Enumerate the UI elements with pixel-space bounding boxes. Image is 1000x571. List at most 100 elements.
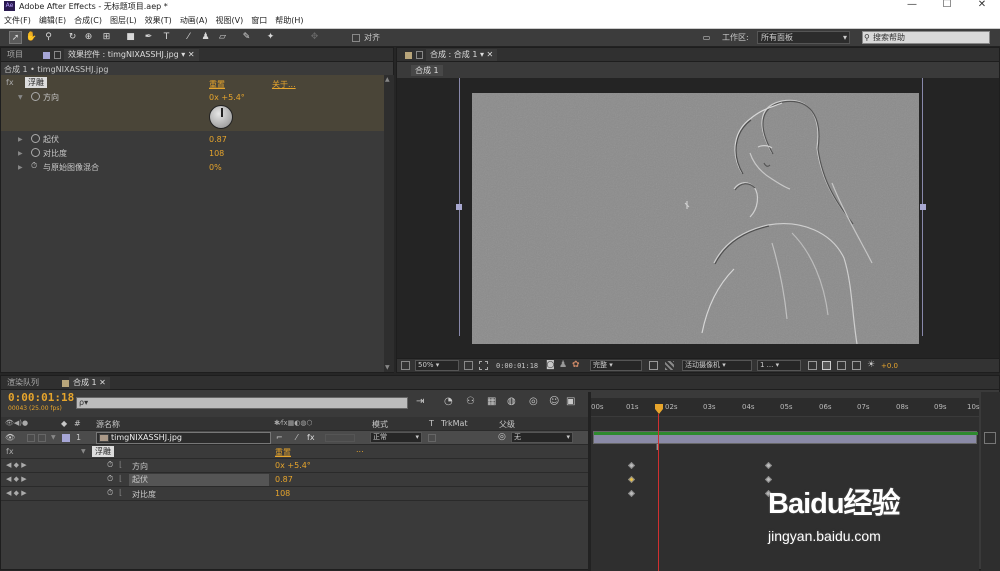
effect-controls-scrollbar[interactable]: ▲ ▼ <box>384 75 394 372</box>
workspace-select[interactable]: 所有面板 ▾ <box>757 31 850 44</box>
rotate-tool-icon[interactable]: ↻ <box>66 31 79 44</box>
expand-triangle-icon[interactable]: ▼ <box>81 448 86 455</box>
timeline-reset-link[interactable]: 重置 <box>275 447 291 458</box>
layer-name[interactable]: timgNIXASSHJ.jpg <box>96 432 271 444</box>
tab-timeline-comp[interactable]: 合成 1 ✕ <box>69 377 110 389</box>
property-row[interactable]: ◀ ◆ ▶ ⏱ ⌊ 起伏 0.87 <box>1 473 588 487</box>
transform-handle[interactable] <box>456 204 462 210</box>
parent-select[interactable]: 无 ▾ <box>511 432 573 443</box>
blend-mode-select[interactable]: 正常 ▾ <box>370 432 422 443</box>
property-value-direction[interactable]: 0x +5.4° <box>209 93 245 102</box>
pen-tool-icon[interactable]: ✒ <box>142 31 155 44</box>
comp-viewer[interactable] <box>397 78 999 358</box>
graph-icon[interactable]: ⌊ <box>119 488 122 497</box>
grid-icon[interactable] <box>464 361 473 370</box>
stopwatch-icon[interactable]: ⏱ <box>31 161 37 171</box>
about-link[interactable]: 关于... <box>272 79 296 90</box>
camera-snapshot-icon[interactable]: ◙ <box>546 360 555 370</box>
comp-current-time[interactable]: 0:00:01:18 <box>496 362 538 370</box>
expand-triangle-icon[interactable]: ▼ <box>51 434 56 441</box>
stopwatch-icon[interactable] <box>31 134 40 145</box>
property-value-contrast[interactable]: 108 <box>275 489 290 498</box>
tab-project[interactable]: 项目 <box>3 49 27 61</box>
rectangle-tool-icon[interactable]: ■ <box>124 31 137 44</box>
stopwatch-active-icon[interactable]: ⏱ <box>107 488 113 498</box>
transparency-grid-icon[interactable] <box>665 361 674 370</box>
menu-edit[interactable]: 编辑(E) <box>35 13 70 26</box>
expand-triangle-icon[interactable]: ▼ <box>18 94 23 101</box>
resolution-select[interactable]: 完整 ▾ <box>590 360 642 371</box>
menu-layer[interactable]: 图层(L) <box>106 13 141 26</box>
always-preview-icon[interactable] <box>401 361 410 370</box>
help-search-input[interactable]: ⚲ 搜索帮助 <box>862 31 990 44</box>
property-value-relief[interactable]: 0.87 <box>275 475 293 484</box>
comp-subtab[interactable]: 合成 1 <box>411 65 443 76</box>
minimize-button[interactable]: — <box>902 0 922 12</box>
menu-effect[interactable]: 效果(T) <box>141 13 176 26</box>
pan-behind-icon[interactable]: ⊞ <box>100 31 113 44</box>
render-toggle-icon[interactable]: ▣ <box>566 396 575 407</box>
quality-switch-icon[interactable]: ⁄ <box>296 433 297 442</box>
transform-handle[interactable] <box>920 204 926 210</box>
draft-3d-icon[interactable]: ◔ <box>444 396 453 407</box>
tab-composition[interactable]: 合成 : 合成 1 ▾ ✕ <box>426 49 498 61</box>
keyframe-navigator-icon[interactable]: ◀ ◆ ▶ <box>6 489 27 497</box>
scroll-down-icon[interactable]: ▼ <box>385 364 390 371</box>
visibility-eye-icon[interactable]: 👁 <box>5 433 15 442</box>
graph-editor-icon[interactable]: ◎ <box>529 396 538 407</box>
effect-options-link[interactable]: ... <box>356 445 364 454</box>
exposure-value[interactable]: +0.0 <box>881 362 898 370</box>
effect-name[interactable]: 浮雕 <box>25 77 47 88</box>
timeline-scrollbar[interactable] <box>981 392 1000 571</box>
graph-icon[interactable]: ⌊ <box>119 460 122 469</box>
menu-help[interactable]: 帮助(H) <box>271 13 307 26</box>
motion-blur-icon[interactable]: ◍ <box>507 396 516 407</box>
timeline-current-time[interactable]: 0:00:01:18 <box>8 391 74 404</box>
region-of-interest-icon[interactable] <box>479 361 488 370</box>
tab-render-queue[interactable]: 渲染队列 <box>3 377 43 389</box>
zoom-tool-icon[interactable]: ⚲ <box>42 31 55 44</box>
property-value-blend[interactable]: 0% <box>209 163 222 172</box>
time-ruler[interactable]: 00s 01s 02s 03s 04s 05s 06s 07s 08s 09s … <box>591 392 980 416</box>
fast-previews-icon[interactable] <box>649 361 658 370</box>
orbit-camera-icon[interactable]: ⊕ <box>82 31 95 44</box>
clone-stamp-icon[interactable]: ♟ <box>199 31 212 44</box>
menu-file[interactable]: 文件(F) <box>0 13 35 26</box>
toggle-pixel-aspect-icon[interactable] <box>808 361 817 370</box>
snap-checkbox[interactable] <box>352 34 360 42</box>
lock-switch[interactable] <box>38 434 46 442</box>
parent-pickwhip-icon[interactable]: ◎ <box>498 432 506 442</box>
collapse-triangle-icon[interactable]: ▶ <box>18 164 23 171</box>
preserve-transparency-checkbox[interactable] <box>428 434 436 442</box>
timeline-effect-name[interactable]: 浮雕 <box>92 446 114 457</box>
label-color-swatch[interactable] <box>62 434 70 442</box>
layer-switches[interactable] <box>325 434 355 442</box>
brainstorm-icon[interactable]: ☺ <box>549 396 559 407</box>
property-value-relief[interactable]: 0.87 <box>209 135 227 144</box>
work-area-bar[interactable] <box>591 392 979 398</box>
selection-tool-icon[interactable]: ➚ <box>9 31 22 44</box>
stopwatch-icon[interactable] <box>31 148 40 159</box>
property-value-contrast[interactable]: 108 <box>209 149 224 158</box>
keyframe-navigator-icon[interactable]: ◀ ◆ ▶ <box>6 461 27 469</box>
frame-blending-icon[interactable]: ▦ <box>487 396 496 407</box>
views-select[interactable]: 1 ... ▾ <box>757 360 801 371</box>
solo-switch[interactable] <box>27 434 35 442</box>
text-tool-icon[interactable]: T <box>160 31 173 44</box>
eraser-tool-icon[interactable]: ▱ <box>216 31 229 44</box>
axis-mode-icon[interactable]: ✥ <box>308 31 321 44</box>
layer-duration-bar[interactable] <box>593 431 978 444</box>
show-snapshot-icon[interactable]: ♟ <box>559 360 567 370</box>
zoom-select[interactable]: 50% ▾ <box>415 360 459 371</box>
shy-switch-icon[interactable]: ⌐ <box>276 433 283 442</box>
camera-select[interactable]: 活动摄像机 ▾ <box>682 360 752 371</box>
lock-icon[interactable] <box>54 51 61 59</box>
source-name-header[interactable]: 源名称 <box>96 419 120 430</box>
property-row[interactable]: ◀ ◆ ▶ ⏱ ⌊ 对比度 108 <box>1 487 588 501</box>
effect-row[interactable]: fx ▼ 浮雕 重置 ... <box>1 445 588 459</box>
graph-icon[interactable]: ⌊ <box>119 474 122 483</box>
property-row[interactable]: ◀ ◆ ▶ ⏱ ⌊ 方向 0x +5.4° <box>1 459 588 473</box>
menu-window[interactable]: 窗口 <box>247 13 271 26</box>
layer-row[interactable]: 👁 ▼ 1 timgNIXASSHJ.jpg ⌐ ⁄ fx 正常 ▾ ◎ 无 ▾ <box>1 431 588 445</box>
puppet-pin-icon[interactable]: ✦ <box>264 31 277 44</box>
